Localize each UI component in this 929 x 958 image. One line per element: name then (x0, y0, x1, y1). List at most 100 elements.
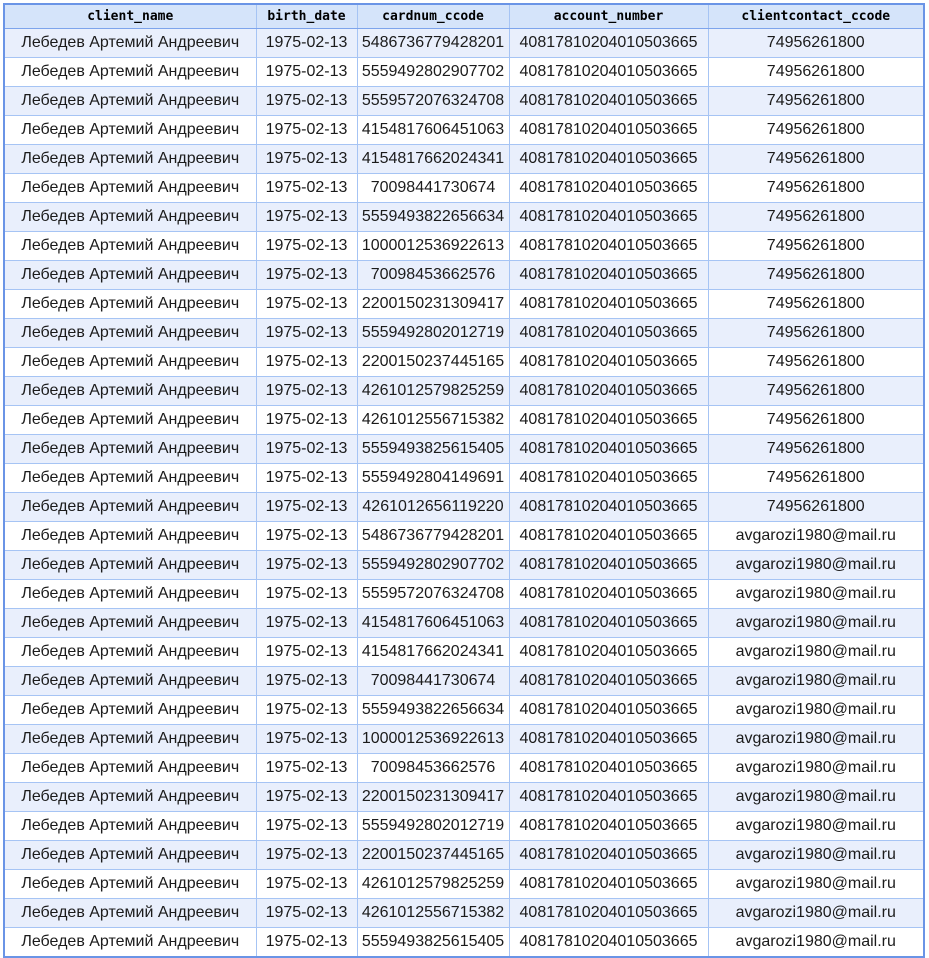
cell-account_number: 40817810204010503665 (509, 232, 708, 261)
cell-clientcontact_ccode: avgarozi1980@mail.ru (708, 638, 924, 667)
cell-account_number: 40817810204010503665 (509, 174, 708, 203)
table-row: Лебедев Артемий Андреевич1975-02-1322001… (4, 348, 924, 377)
cell-account_number: 40817810204010503665 (509, 406, 708, 435)
cell-birth_date: 1975-02-13 (256, 348, 357, 377)
cell-birth_date: 1975-02-13 (256, 812, 357, 841)
cell-birth_date: 1975-02-13 (256, 725, 357, 754)
cell-client_name: Лебедев Артемий Андреевич (4, 522, 256, 551)
cell-client_name: Лебедев Артемий Андреевич (4, 232, 256, 261)
cell-birth_date: 1975-02-13 (256, 609, 357, 638)
cell-clientcontact_ccode: 74956261800 (708, 232, 924, 261)
cell-birth_date: 1975-02-13 (256, 203, 357, 232)
cell-client_name: Лебедев Артемий Андреевич (4, 435, 256, 464)
cell-cardnum_ccode: 5559493822656634 (357, 696, 509, 725)
table-row: Лебедев Артемий Андреевич1975-02-1341548… (4, 116, 924, 145)
cell-account_number: 40817810204010503665 (509, 899, 708, 928)
cell-account_number: 40817810204010503665 (509, 435, 708, 464)
cell-clientcontact_ccode: 74956261800 (708, 406, 924, 435)
column-header-account_number: account_number (509, 4, 708, 29)
cell-client_name: Лебедев Артемий Андреевич (4, 870, 256, 899)
cell-client_name: Лебедев Артемий Андреевич (4, 754, 256, 783)
table-row: Лебедев Артемий Андреевич1975-02-1355594… (4, 319, 924, 348)
cell-birth_date: 1975-02-13 (256, 406, 357, 435)
cell-account_number: 40817810204010503665 (509, 551, 708, 580)
cell-account_number: 40817810204010503665 (509, 290, 708, 319)
cell-client_name: Лебедев Артемий Андреевич (4, 812, 256, 841)
cell-client_name: Лебедев Артемий Андреевич (4, 348, 256, 377)
cell-client_name: Лебедев Артемий Андреевич (4, 696, 256, 725)
cell-clientcontact_ccode: 74956261800 (708, 348, 924, 377)
cell-clientcontact_ccode: 74956261800 (708, 58, 924, 87)
cell-account_number: 40817810204010503665 (509, 696, 708, 725)
cell-account_number: 40817810204010503665 (509, 609, 708, 638)
cell-clientcontact_ccode: 74956261800 (708, 203, 924, 232)
table-row: Лебедев Артемий Андреевич1975-02-1355594… (4, 551, 924, 580)
table-row: Лебедев Артемий Андреевич1975-02-1355595… (4, 580, 924, 609)
cell-cardnum_ccode: 1000012536922613 (357, 725, 509, 754)
cell-client_name: Лебедев Артемий Андреевич (4, 493, 256, 522)
cell-client_name: Лебедев Артемий Андреевич (4, 551, 256, 580)
cell-account_number: 40817810204010503665 (509, 754, 708, 783)
cell-clientcontact_ccode: avgarozi1980@mail.ru (708, 522, 924, 551)
table-row: Лебедев Артемий Андреевич1975-02-1355594… (4, 812, 924, 841)
cell-cardnum_ccode: 5559493825615405 (357, 435, 509, 464)
table-row: Лебедев Артемий Андреевич1975-02-1370098… (4, 174, 924, 203)
cell-clientcontact_ccode: avgarozi1980@mail.ru (708, 667, 924, 696)
table-row: Лебедев Артемий Андреевич1975-02-1355594… (4, 464, 924, 493)
table-row: Лебедев Артемий Андреевич1975-02-1342610… (4, 406, 924, 435)
cell-birth_date: 1975-02-13 (256, 116, 357, 145)
cell-cardnum_ccode: 70098453662576 (357, 754, 509, 783)
cell-birth_date: 1975-02-13 (256, 493, 357, 522)
table-row: Лебедев Артемий Андреевич1975-02-1355594… (4, 203, 924, 232)
table-header-row: client_namebirth_datecardnum_ccodeaccoun… (4, 4, 924, 29)
cell-cardnum_ccode: 4261012556715382 (357, 406, 509, 435)
cell-clientcontact_ccode: 74956261800 (708, 290, 924, 319)
table-row: Лебедев Артемий Андреевич1975-02-1342610… (4, 899, 924, 928)
table-row: Лебедев Артемий Андреевич1975-02-1354867… (4, 29, 924, 58)
cell-cardnum_ccode: 5559492804149691 (357, 464, 509, 493)
cell-client_name: Лебедев Артемий Андреевич (4, 203, 256, 232)
cell-client_name: Лебедев Артемий Андреевич (4, 928, 256, 958)
cell-account_number: 40817810204010503665 (509, 116, 708, 145)
table-row: Лебедев Артемий Андреевич1975-02-1341548… (4, 609, 924, 638)
cell-clientcontact_ccode: 74956261800 (708, 493, 924, 522)
cell-birth_date: 1975-02-13 (256, 667, 357, 696)
cell-clientcontact_ccode: avgarozi1980@mail.ru (708, 580, 924, 609)
table-row: Лебедев Артемий Андреевич1975-02-1370098… (4, 754, 924, 783)
cell-account_number: 40817810204010503665 (509, 58, 708, 87)
cell-cardnum_ccode: 5559572076324708 (357, 580, 509, 609)
cell-birth_date: 1975-02-13 (256, 435, 357, 464)
table-row: Лебедев Артемий Андреевич1975-02-1341548… (4, 145, 924, 174)
cell-cardnum_ccode: 5486736779428201 (357, 29, 509, 58)
cell-clientcontact_ccode: 74956261800 (708, 464, 924, 493)
cell-account_number: 40817810204010503665 (509, 928, 708, 958)
cell-client_name: Лебедев Артемий Андреевич (4, 261, 256, 290)
table-row: Лебедев Артемий Андреевич1975-02-1322001… (4, 783, 924, 812)
cell-cardnum_ccode: 5559572076324708 (357, 87, 509, 116)
table-row: Лебедев Артемий Андреевич1975-02-1310000… (4, 725, 924, 754)
cell-cardnum_ccode: 4261012556715382 (357, 899, 509, 928)
cell-account_number: 40817810204010503665 (509, 87, 708, 116)
cell-birth_date: 1975-02-13 (256, 174, 357, 203)
cell-cardnum_ccode: 2200150231309417 (357, 783, 509, 812)
cell-client_name: Лебедев Артемий Андреевич (4, 377, 256, 406)
cell-clientcontact_ccode: 74956261800 (708, 319, 924, 348)
cell-birth_date: 1975-02-13 (256, 261, 357, 290)
cell-clientcontact_ccode: 74956261800 (708, 261, 924, 290)
cell-clientcontact_ccode: 74956261800 (708, 174, 924, 203)
cell-account_number: 40817810204010503665 (509, 870, 708, 899)
cell-cardnum_ccode: 4154817662024341 (357, 145, 509, 174)
cell-account_number: 40817810204010503665 (509, 348, 708, 377)
cell-account_number: 40817810204010503665 (509, 261, 708, 290)
cell-client_name: Лебедев Артемий Андреевич (4, 29, 256, 58)
cell-account_number: 40817810204010503665 (509, 841, 708, 870)
cell-birth_date: 1975-02-13 (256, 870, 357, 899)
table-row: Лебедев Артемий Андреевич1975-02-1355594… (4, 435, 924, 464)
table-row: Лебедев Артемий Андреевич1975-02-1322001… (4, 290, 924, 319)
cell-cardnum_ccode: 4261012656119220 (357, 493, 509, 522)
cell-cardnum_ccode: 70098441730674 (357, 667, 509, 696)
table-row: Лебедев Артемий Андреевич1975-02-1342610… (4, 377, 924, 406)
cell-birth_date: 1975-02-13 (256, 290, 357, 319)
cell-client_name: Лебедев Артемий Андреевич (4, 87, 256, 116)
cell-birth_date: 1975-02-13 (256, 928, 357, 958)
